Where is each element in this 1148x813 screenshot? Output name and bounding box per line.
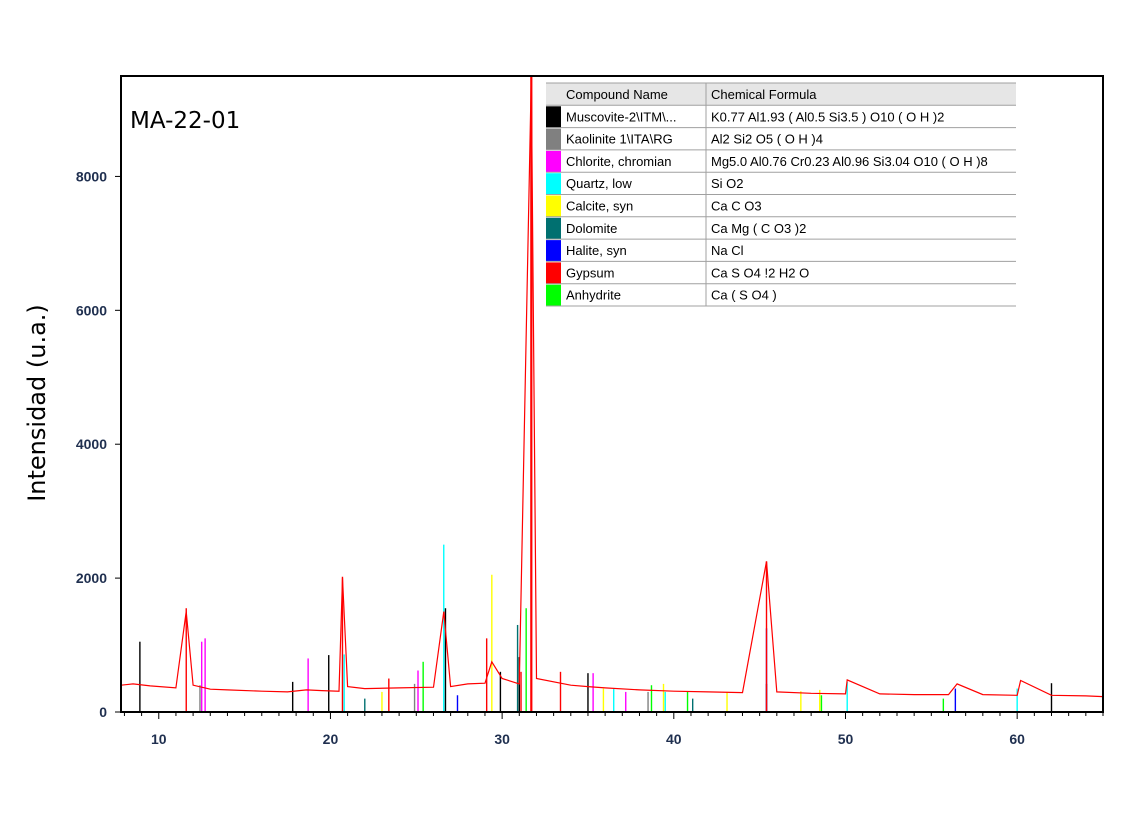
- legend-chemical-formula: Mg5.0 Al0.76 Cr0.23 Al0.96 Si3.04 O10 ( …: [711, 154, 988, 169]
- legend-chemical-formula: Ca C O3: [711, 199, 762, 214]
- x-tick-label: 40: [666, 731, 682, 747]
- legend-compound-name: Kaolinite 1\ITA\RG: [566, 132, 673, 147]
- legend-swatch: [546, 128, 561, 150]
- y-tick-label: 6000: [76, 302, 107, 318]
- legend-swatch: [546, 106, 561, 128]
- x-axis: 10 20 30 40 50 60: [123, 712, 1104, 747]
- legend-compound-name: Gypsum: [566, 265, 614, 280]
- y-tick-label: 2000: [76, 570, 107, 586]
- legend-chemical-formula: Ca S O4 !2 H2 O: [711, 265, 809, 280]
- legend-swatch: [546, 195, 561, 217]
- legend-compound-name: Chlorite, chromian: [566, 154, 672, 169]
- y-tick-label: 4000: [76, 436, 107, 452]
- y-axis: 0 2000 4000 6000 8000: [76, 168, 121, 720]
- x-tick-label: 20: [323, 731, 339, 747]
- xrd-chart: Intensidad (u.a.) 10 20 30 40 50 60 0 2000 4000…: [23, 75, 1104, 747]
- legend-swatch: [546, 240, 561, 262]
- x-tick-label: 50: [838, 731, 854, 747]
- legend-compound-name: Anhydrite: [566, 288, 621, 303]
- x-tick-label: 60: [1009, 731, 1025, 747]
- legend-chemical-formula: Ca ( S O4 ): [711, 288, 777, 303]
- legend-compound-name: Dolomite: [566, 221, 617, 236]
- legend-chemical-formula: Al2 Si2 O5 ( O H )4: [711, 132, 823, 147]
- legend-swatch: [546, 150, 561, 173]
- legend-compound-name: Halite, syn: [566, 243, 627, 258]
- legend-chemical-formula: K0.77 Al1.93 ( Al0.5 Si3.5 ) O10 ( O H )…: [711, 109, 944, 124]
- legend-header-name: Compound Name: [566, 87, 668, 102]
- x-tick-label: 30: [494, 731, 510, 747]
- y-tick-label: 8000: [76, 168, 107, 184]
- legend-chemical-formula: Na Cl: [711, 243, 744, 258]
- legend-chemical-formula: Ca Mg ( C O3 )2: [711, 221, 806, 236]
- legend-swatch: [546, 173, 561, 195]
- sample-label: MA-22-01: [130, 108, 240, 134]
- legend-swatch: [546, 284, 561, 306]
- legend-swatch: [546, 217, 561, 240]
- phase-legend-table: Compound Name Chemical Formula Muscovite-2…: [546, 82, 1016, 307]
- x-tick-label: 10: [151, 731, 167, 747]
- legend-chemical-formula: Si O2: [711, 176, 744, 191]
- legend-compound-name: Quartz, low: [566, 176, 632, 191]
- legend-compound-name: Muscovite-2\ITM\...: [566, 109, 677, 124]
- legend-swatch: [546, 262, 561, 284]
- y-axis-label: Intensidad (u.a.): [23, 304, 51, 502]
- y-tick-label: 0: [99, 704, 107, 720]
- legend-header-formula: Chemical Formula: [711, 87, 817, 102]
- legend-compound-name: Calcite, syn: [566, 199, 633, 214]
